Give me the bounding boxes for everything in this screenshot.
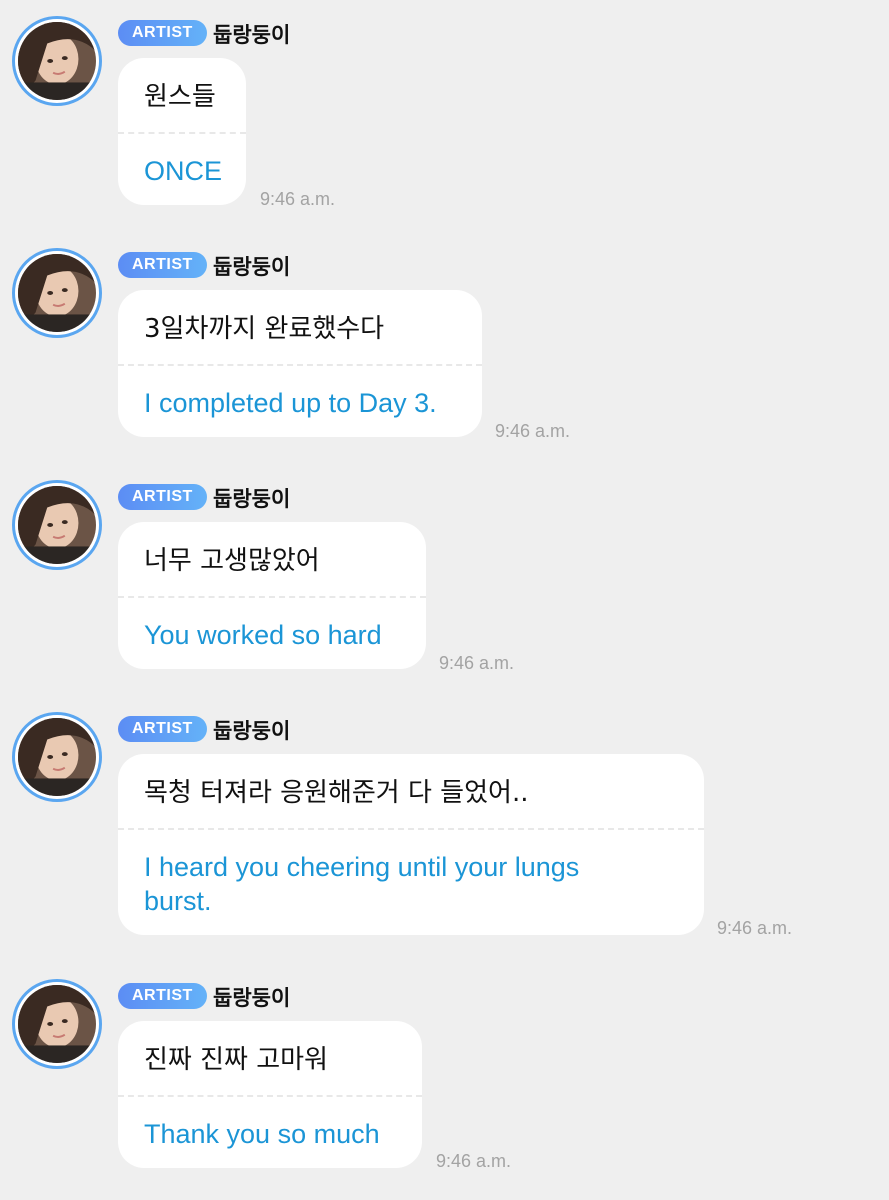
- message-text: 목청 터져라 응원해준거 다 들었어..: [144, 778, 529, 808]
- profile-photo-icon: [18, 486, 96, 564]
- message-text: 3일차까지 완료했수다: [144, 314, 385, 344]
- sender-name[interactable]: 둡랑둥이: [213, 982, 290, 1012]
- message-text: 원스들: [144, 82, 216, 112]
- translation-text: ONCE: [144, 156, 223, 186]
- timestamp: 9:46 a.m.: [436, 1151, 512, 1171]
- sender-name[interactable]: 둡랑둥이: [213, 715, 290, 745]
- sender-name[interactable]: 둡랑둥이: [213, 483, 290, 513]
- timestamp: 9:46 a.m.: [717, 918, 793, 938]
- translation-text: Thank you so much: [144, 1119, 380, 1149]
- message-text: 진짜 진짜 고마워: [144, 1045, 328, 1075]
- avatar[interactable]: [12, 712, 102, 802]
- avatar[interactable]: [12, 979, 102, 1069]
- timestamp: 9:46 a.m.: [439, 653, 515, 673]
- sender-name[interactable]: 둡랑둥이: [213, 251, 290, 281]
- artist-badge: ARTIST: [118, 983, 207, 1009]
- message-bubble[interactable]: 3일차까지 완료했수다 I completed up to Day 3.: [118, 290, 482, 437]
- artist-badge: ARTIST: [118, 252, 207, 278]
- sender-name[interactable]: 둡랑둥이: [213, 19, 290, 49]
- timestamp: 9:46 a.m.: [260, 189, 336, 209]
- message-bubble[interactable]: 진짜 진짜 고마워 Thank you so much: [118, 1021, 422, 1168]
- artist-badge: ARTIST: [118, 716, 207, 742]
- timestamp: 9:46 a.m.: [495, 421, 571, 441]
- profile-photo-icon: [18, 22, 96, 100]
- artist-badge: ARTIST: [118, 484, 207, 510]
- message-text: 너무 고생많았어: [144, 546, 320, 576]
- profile-photo-icon: [18, 254, 96, 332]
- translation-text: I completed up to Day 3.: [144, 388, 437, 418]
- avatar[interactable]: [12, 16, 102, 106]
- avatar[interactable]: [12, 248, 102, 338]
- message-bubble[interactable]: 원스들 ONCE: [118, 58, 246, 205]
- artist-badge: ARTIST: [118, 20, 207, 46]
- profile-photo-icon: [18, 985, 96, 1063]
- translation-text: You worked so hard: [144, 620, 382, 650]
- translation-text: I heard you cheering until your lungs bu…: [144, 852, 580, 916]
- avatar[interactable]: [12, 480, 102, 570]
- message-bubble[interactable]: 너무 고생많았어 You worked so hard: [118, 522, 426, 669]
- profile-photo-icon: [18, 718, 96, 796]
- message-bubble[interactable]: 목청 터져라 응원해준거 다 들었어.. I heard you cheerin…: [118, 754, 704, 935]
